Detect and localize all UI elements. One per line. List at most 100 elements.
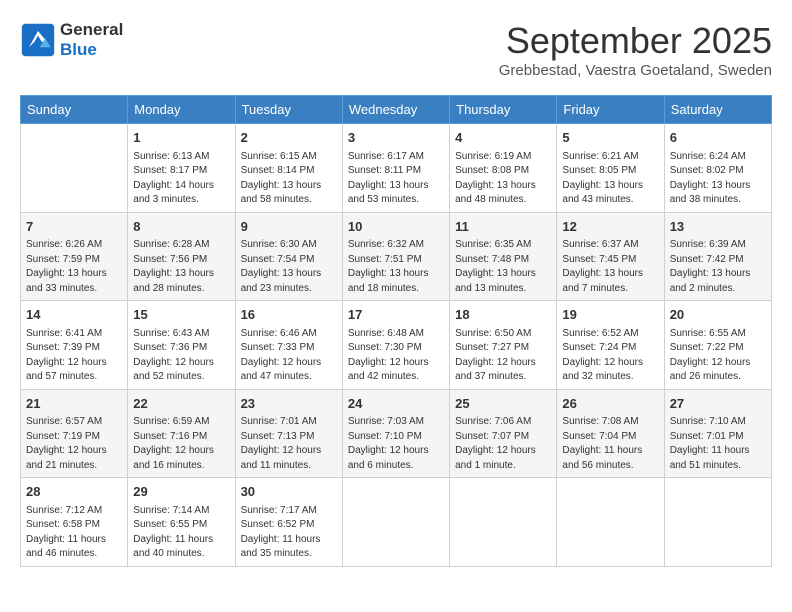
calendar-day-cell: 15Sunrise: 6:43 AMSunset: 7:36 PMDayligh… xyxy=(128,301,235,390)
day-number: 24 xyxy=(348,394,444,414)
logo-text: General Blue xyxy=(60,20,123,60)
calendar-day-cell xyxy=(450,478,557,567)
day-number: 30 xyxy=(241,482,337,502)
calendar-day-cell: 9Sunrise: 6:30 AMSunset: 7:54 PMDaylight… xyxy=(235,212,342,301)
calendar-day-cell: 8Sunrise: 6:28 AMSunset: 7:56 PMDaylight… xyxy=(128,212,235,301)
day-info: Sunrise: 7:10 AMSunset: 7:01 PMDaylight:… xyxy=(670,415,766,473)
day-info: Sunrise: 7:08 AMSunset: 7:04 PMDaylight:… xyxy=(562,415,658,473)
calendar-day-cell: 24Sunrise: 7:03 AMSunset: 7:10 PMDayligh… xyxy=(342,389,449,478)
calendar-day-cell xyxy=(21,124,128,213)
calendar-day-cell: 19Sunrise: 6:52 AMSunset: 7:24 PMDayligh… xyxy=(557,301,664,390)
calendar-day-cell xyxy=(557,478,664,567)
calendar-body: 1Sunrise: 6:13 AMSunset: 8:17 PMDaylight… xyxy=(21,124,772,567)
day-info: Sunrise: 6:28 AMSunset: 7:56 PMDaylight:… xyxy=(133,238,229,296)
calendar-day-cell: 17Sunrise: 6:48 AMSunset: 7:30 PMDayligh… xyxy=(342,301,449,390)
day-number: 12 xyxy=(562,217,658,237)
day-info: Sunrise: 6:39 AMSunset: 7:42 PMDaylight:… xyxy=(670,238,766,296)
calendar-day-cell xyxy=(342,478,449,567)
calendar-day-cell: 30Sunrise: 7:17 AMSunset: 6:52 PMDayligh… xyxy=(235,478,342,567)
weekday-cell: Tuesday xyxy=(235,96,342,124)
day-number: 13 xyxy=(670,217,766,237)
day-number: 22 xyxy=(133,394,229,414)
weekday-cell: Wednesday xyxy=(342,96,449,124)
day-number: 23 xyxy=(241,394,337,414)
calendar-day-cell: 1Sunrise: 6:13 AMSunset: 8:17 PMDaylight… xyxy=(128,124,235,213)
calendar-day-cell: 12Sunrise: 6:37 AMSunset: 7:45 PMDayligh… xyxy=(557,212,664,301)
calendar-day-cell: 5Sunrise: 6:21 AMSunset: 8:05 PMDaylight… xyxy=(557,124,664,213)
day-number: 16 xyxy=(241,305,337,325)
title-area: September 2025 Grebbestad, Vaestra Goeta… xyxy=(499,20,772,79)
day-info: Sunrise: 6:32 AMSunset: 7:51 PMDaylight:… xyxy=(348,238,444,296)
day-number: 27 xyxy=(670,394,766,414)
day-number: 14 xyxy=(26,305,122,325)
day-number: 7 xyxy=(26,217,122,237)
day-number: 29 xyxy=(133,482,229,502)
weekday-header-row: SundayMondayTuesdayWednesdayThursdayFrid… xyxy=(21,96,772,124)
day-number: 8 xyxy=(133,217,229,237)
day-info: Sunrise: 6:13 AMSunset: 8:17 PMDaylight:… xyxy=(133,150,229,208)
weekday-cell: Monday xyxy=(128,96,235,124)
day-info: Sunrise: 7:06 AMSunset: 7:07 PMDaylight:… xyxy=(455,415,551,473)
calendar-day-cell: 20Sunrise: 6:55 AMSunset: 7:22 PMDayligh… xyxy=(664,301,771,390)
day-info: Sunrise: 6:17 AMSunset: 8:11 PMDaylight:… xyxy=(348,150,444,208)
calendar-week-row: 1Sunrise: 6:13 AMSunset: 8:17 PMDaylight… xyxy=(21,124,772,213)
day-info: Sunrise: 6:59 AMSunset: 7:16 PMDaylight:… xyxy=(133,415,229,473)
calendar-week-row: 7Sunrise: 6:26 AMSunset: 7:59 PMDaylight… xyxy=(21,212,772,301)
day-number: 10 xyxy=(348,217,444,237)
day-info: Sunrise: 7:12 AMSunset: 6:58 PMDaylight:… xyxy=(26,504,122,562)
day-info: Sunrise: 6:37 AMSunset: 7:45 PMDaylight:… xyxy=(562,238,658,296)
calendar-day-cell: 26Sunrise: 7:08 AMSunset: 7:04 PMDayligh… xyxy=(557,389,664,478)
calendar-day-cell: 22Sunrise: 6:59 AMSunset: 7:16 PMDayligh… xyxy=(128,389,235,478)
calendar-day-cell: 21Sunrise: 6:57 AMSunset: 7:19 PMDayligh… xyxy=(21,389,128,478)
calendar-day-cell: 10Sunrise: 6:32 AMSunset: 7:51 PMDayligh… xyxy=(342,212,449,301)
day-info: Sunrise: 6:55 AMSunset: 7:22 PMDaylight:… xyxy=(670,327,766,385)
day-info: Sunrise: 6:21 AMSunset: 8:05 PMDaylight:… xyxy=(562,150,658,208)
day-number: 19 xyxy=(562,305,658,325)
calendar-week-row: 14Sunrise: 6:41 AMSunset: 7:39 PMDayligh… xyxy=(21,301,772,390)
calendar-day-cell: 3Sunrise: 6:17 AMSunset: 8:11 PMDaylight… xyxy=(342,124,449,213)
calendar-table: SundayMondayTuesdayWednesdayThursdayFrid… xyxy=(20,95,772,567)
day-number: 6 xyxy=(670,128,766,148)
calendar-day-cell xyxy=(664,478,771,567)
day-info: Sunrise: 7:14 AMSunset: 6:55 PMDaylight:… xyxy=(133,504,229,562)
day-number: 17 xyxy=(348,305,444,325)
month-title: September 2025 xyxy=(499,20,772,62)
weekday-cell: Friday xyxy=(557,96,664,124)
day-number: 2 xyxy=(241,128,337,148)
day-info: Sunrise: 6:48 AMSunset: 7:30 PMDaylight:… xyxy=(348,327,444,385)
calendar-day-cell: 14Sunrise: 6:41 AMSunset: 7:39 PMDayligh… xyxy=(21,301,128,390)
calendar-day-cell: 2Sunrise: 6:15 AMSunset: 8:14 PMDaylight… xyxy=(235,124,342,213)
calendar-day-cell: 18Sunrise: 6:50 AMSunset: 7:27 PMDayligh… xyxy=(450,301,557,390)
day-number: 26 xyxy=(562,394,658,414)
weekday-cell: Sunday xyxy=(21,96,128,124)
day-number: 4 xyxy=(455,128,551,148)
day-number: 11 xyxy=(455,217,551,237)
weekday-cell: Thursday xyxy=(450,96,557,124)
day-info: Sunrise: 6:57 AMSunset: 7:19 PMDaylight:… xyxy=(26,415,122,473)
day-number: 25 xyxy=(455,394,551,414)
day-number: 9 xyxy=(241,217,337,237)
calendar-day-cell: 7Sunrise: 6:26 AMSunset: 7:59 PMDaylight… xyxy=(21,212,128,301)
day-number: 21 xyxy=(26,394,122,414)
calendar-day-cell: 4Sunrise: 6:19 AMSunset: 8:08 PMDaylight… xyxy=(450,124,557,213)
calendar-day-cell: 29Sunrise: 7:14 AMSunset: 6:55 PMDayligh… xyxy=(128,478,235,567)
day-info: Sunrise: 6:46 AMSunset: 7:33 PMDaylight:… xyxy=(241,327,337,385)
day-number: 5 xyxy=(562,128,658,148)
day-info: Sunrise: 6:19 AMSunset: 8:08 PMDaylight:… xyxy=(455,150,551,208)
day-info: Sunrise: 6:15 AMSunset: 8:14 PMDaylight:… xyxy=(241,150,337,208)
calendar-day-cell: 25Sunrise: 7:06 AMSunset: 7:07 PMDayligh… xyxy=(450,389,557,478)
day-info: Sunrise: 6:35 AMSunset: 7:48 PMDaylight:… xyxy=(455,238,551,296)
calendar-week-row: 21Sunrise: 6:57 AMSunset: 7:19 PMDayligh… xyxy=(21,389,772,478)
weekday-cell: Saturday xyxy=(664,96,771,124)
day-info: Sunrise: 6:24 AMSunset: 8:02 PMDaylight:… xyxy=(670,150,766,208)
day-info: Sunrise: 7:17 AMSunset: 6:52 PMDaylight:… xyxy=(241,504,337,562)
day-info: Sunrise: 6:50 AMSunset: 7:27 PMDaylight:… xyxy=(455,327,551,385)
day-number: 20 xyxy=(670,305,766,325)
day-number: 28 xyxy=(26,482,122,502)
location-subtitle: Grebbestad, Vaestra Goetaland, Sweden xyxy=(499,62,772,79)
day-number: 1 xyxy=(133,128,229,148)
calendar-day-cell: 13Sunrise: 6:39 AMSunset: 7:42 PMDayligh… xyxy=(664,212,771,301)
logo: General Blue xyxy=(20,20,123,60)
day-number: 18 xyxy=(455,305,551,325)
day-info: Sunrise: 6:41 AMSunset: 7:39 PMDaylight:… xyxy=(26,327,122,385)
